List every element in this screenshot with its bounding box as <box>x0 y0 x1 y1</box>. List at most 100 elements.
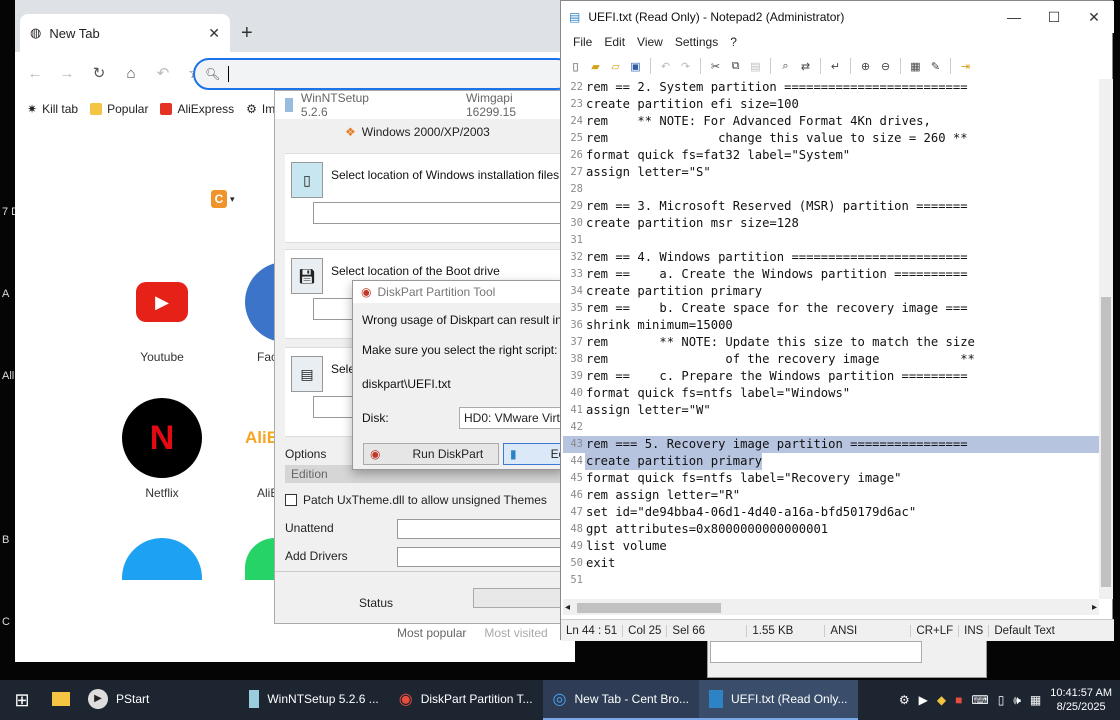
find-icon[interactable]: ⌕ <box>777 58 794 74</box>
shortcut-label: Youtube <box>140 350 184 364</box>
close-icon[interactable]: ✕ <box>208 25 220 42</box>
shortcut-aliexpress[interactable]: AliE AliE <box>237 398 277 500</box>
tray-media-icon[interactable]: ▶ <box>919 693 928 707</box>
edit-script-button[interactable]: ▮ Ed <box>503 443 563 465</box>
edition-label: Edition <box>291 467 328 481</box>
menu-view[interactable]: View <box>631 33 669 53</box>
line-number: 33 <box>570 268 583 280</box>
taskbar-browser[interactable]: ◎ New Tab - Cent Bro... <box>542 680 700 720</box>
scroll-right-icon[interactable]: ▸ <box>1092 602 1099 613</box>
word-wrap-icon[interactable]: ↵ <box>827 58 844 74</box>
status-scheme[interactable]: Default Text <box>989 625 1060 637</box>
tray-keyboard-icon[interactable]: ⌨ <box>971 693 988 707</box>
undo-close-icon[interactable]: ↶ <box>153 64 173 82</box>
bookmark-folder-popular[interactable]: Popular <box>90 102 148 116</box>
setup-button[interactable] <box>473 588 565 608</box>
zoom-in-icon[interactable]: ⊕ <box>857 58 874 74</box>
editor-text-area[interactable]: 22 rem == 2. System partition ===========… <box>563 79 1099 599</box>
line-text: rem of the recovery image ** <box>586 352 975 366</box>
taskbar-winntsetup[interactable]: WinNTSetup 5.2.6 ... <box>239 680 388 720</box>
line-text: format quick fs=ntfs label="Recovery ima… <box>586 471 902 485</box>
taskbar-notepad[interactable]: UEFI.txt (Read Only... <box>699 680 858 720</box>
new-tab-button[interactable]: + <box>241 22 253 45</box>
tab-windows-xp[interactable]: ❖ Windows 2000/XP/2003 <box>345 121 545 143</box>
install-files-path-input[interactable] <box>313 202 573 224</box>
line-text: gpt attributes=0x8000000000000001 <box>586 522 829 536</box>
home-icon[interactable]: ⌂ <box>121 65 141 82</box>
shortcut-partial-blue[interactable] <box>122 538 202 580</box>
address-bar[interactable]: 🔍︎ <box>193 58 573 90</box>
new-file-icon[interactable]: ▯ <box>567 58 584 74</box>
reload-icon[interactable]: ↻ <box>89 64 109 82</box>
clock[interactable]: 10:41:57 AM 8/25/2025 <box>1050 686 1112 714</box>
unattend-input[interactable] <box>397 519 567 539</box>
exit-icon[interactable]: ⇥ <box>957 58 974 74</box>
tray-color-icon[interactable]: ■ <box>955 693 962 707</box>
menu-settings[interactable]: Settings <box>669 33 724 53</box>
editor-line: 26 format quick fs=fat32 label="System" <box>563 147 1099 164</box>
tray-volume-icon[interactable]: 🕪︎ <box>1013 693 1021 708</box>
line-text: shrink minimum=15000 <box>586 318 733 332</box>
menu-file[interactable]: File <box>567 33 598 53</box>
forward-icon[interactable]: → <box>57 65 77 82</box>
replace-icon[interactable]: ⇄ <box>797 58 814 74</box>
line-number: 45 <box>570 472 583 484</box>
tray-network-icon[interactable]: ▦ <box>1030 693 1041 707</box>
search-engine-selector[interactable]: C ▾ <box>211 188 241 210</box>
scheme-icon[interactable]: ▦ <box>907 58 924 74</box>
cut-icon[interactable]: ✂ <box>707 58 724 74</box>
tray-settings-icon[interactable]: ⚙ <box>899 693 910 707</box>
tab-most-visited[interactable]: Most visited <box>484 626 547 640</box>
patch-uxtheme-row[interactable]: Patch UxTheme.dll to allow unsigned Them… <box>285 493 547 507</box>
undo-icon[interactable]: ↶ <box>657 58 674 74</box>
shortcut-netflix[interactable]: N Netflix <box>117 398 207 500</box>
close-button[interactable]: ✕ <box>1074 9 1114 26</box>
taskbar-diskpart[interactable]: ◉ DiskPart Partition T... <box>389 680 543 720</box>
scroll-left-icon[interactable]: ◂ <box>563 602 570 613</box>
shortcut-facebook[interactable]: Fac <box>237 262 277 364</box>
run-diskpart-button[interactable]: ◉ Run DiskPart <box>363 443 499 465</box>
line-text <box>585 181 586 198</box>
horizontal-scroll-thumb[interactable] <box>577 603 721 613</box>
menu-help[interactable]: ? <box>724 33 743 53</box>
open-folder-icon[interactable]: ▰ <box>587 58 604 74</box>
status-encoding[interactable]: ANSI <box>825 624 912 637</box>
bookmark-label: AliExpress <box>177 102 235 116</box>
shortcut-partial-green[interactable] <box>245 538 275 580</box>
status-position: Ln 44 : 51 <box>561 624 624 637</box>
start-button[interactable]: ⊞ <box>0 680 44 720</box>
back-icon[interactable]: ← <box>25 65 45 82</box>
shortcut-youtube[interactable]: ▶ Youtube <box>117 262 207 364</box>
save-icon[interactable]: ▣ <box>627 58 644 74</box>
vertical-scroll-thumb[interactable] <box>1101 297 1111 587</box>
redo-icon[interactable]: ↷ <box>677 58 694 74</box>
paste-icon[interactable]: ▤ <box>747 58 764 74</box>
kill-icon: ✷ <box>27 102 38 116</box>
patch-checkbox[interactable] <box>285 494 297 506</box>
editor-line: 23 create partition efi size=100 <box>563 96 1099 113</box>
tab-most-popular[interactable]: Most popular <box>397 626 466 640</box>
line-number: 37 <box>570 336 583 348</box>
bookmark-kill-tab[interactable]: ✷ Kill tab <box>27 102 78 116</box>
menu-edit[interactable]: Edit <box>598 33 631 53</box>
tray-app-icon[interactable]: ◆ <box>937 693 946 707</box>
maximize-button[interactable]: ☐ <box>1034 9 1074 26</box>
bookmark-aliexpress[interactable]: AliExpress <box>160 102 234 116</box>
taskbar-pstart[interactable]: ▶ PStart <box>78 680 239 720</box>
zoom-out-icon[interactable]: ⊖ <box>877 58 894 74</box>
browser-tab-newtab[interactable]: ◍ New Tab ✕ <box>20 14 230 52</box>
customize-icon[interactable]: ✎ <box>927 58 944 74</box>
editor-line: 41 assign letter="W" <box>563 402 1099 419</box>
editor-line: 37 rem ** NOTE: Update this size to match… <box>563 334 1099 351</box>
copy-icon[interactable]: ⧉ <box>727 58 744 74</box>
toolbar-separator <box>900 58 901 74</box>
status-label: Status <box>359 596 394 610</box>
taskbar-file-explorer[interactable] <box>44 680 78 720</box>
disk-select[interactable]: HD0: VMware Virtual <box>459 407 569 429</box>
tray-battery-icon[interactable]: ▯ <box>998 693 1005 707</box>
minimize-button[interactable]: — <box>994 9 1034 26</box>
diskpart-icon: ◉ <box>370 447 381 461</box>
browse-icon[interactable]: ▱ <box>607 58 624 74</box>
status-eol[interactable]: CR+LF <box>911 624 960 637</box>
drivers-input[interactable] <box>397 547 567 567</box>
